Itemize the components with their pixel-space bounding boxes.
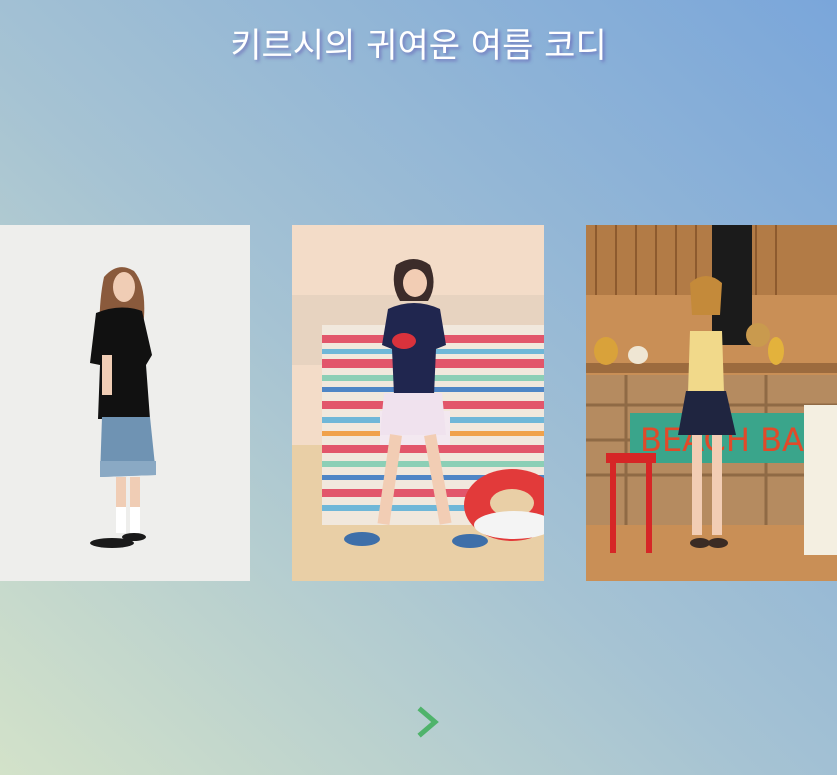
carousel-slide-2[interactable] xyxy=(292,225,544,581)
slide-3-photo: BEACH BAR xyxy=(586,225,837,581)
image-carousel[interactable]: BEACH BAR xyxy=(0,225,837,581)
carousel-slide-3[interactable]: BEACH BAR xyxy=(586,225,837,581)
chevron-right-icon xyxy=(417,706,439,738)
carousel-slide-1[interactable] xyxy=(0,225,250,581)
slide-1-photo xyxy=(0,225,250,581)
carousel-next-button[interactable] xyxy=(414,706,442,738)
slide-2-photo xyxy=(292,225,544,581)
page-title: 키르시의 귀여운 여름 코디 xyxy=(230,26,607,66)
